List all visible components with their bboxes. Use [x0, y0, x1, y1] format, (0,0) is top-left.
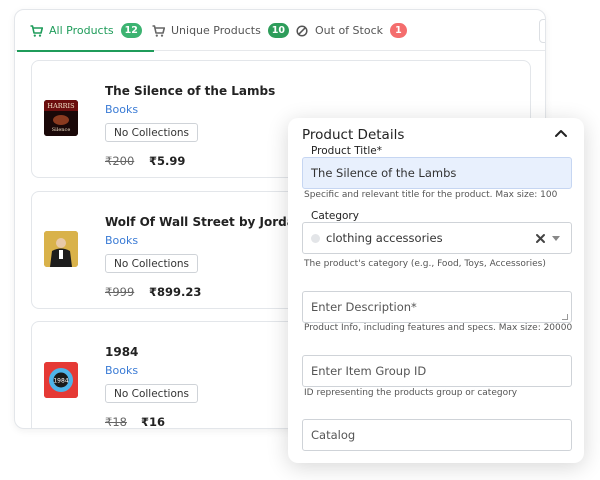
collections-tag[interactable]: No Collections — [105, 254, 199, 273]
original-price: ₹18 — [105, 415, 127, 429]
chevron-up-icon[interactable] — [552, 125, 570, 143]
product-category-link[interactable]: Books — [105, 364, 138, 377]
tab-label: Out of Stock — [315, 24, 383, 37]
product-title-input[interactable]: The Silence of the Lambs — [302, 157, 572, 189]
sale-price: ₹16 — [141, 415, 166, 429]
product-thumbnail: HARRIS Silence — [44, 100, 78, 136]
thumbnail-subtext: Silence — [52, 127, 71, 133]
category-value: clothing accessories — [326, 231, 443, 245]
chevron-down-icon[interactable] — [552, 236, 560, 241]
count-badge: 10 — [267, 23, 290, 38]
count-badge: 12 — [120, 23, 142, 38]
cart-icon — [151, 24, 165, 38]
collections-tag[interactable]: No Collections — [105, 123, 199, 142]
catalog-input[interactable]: Catalog — [302, 419, 572, 451]
ban-icon — [295, 24, 309, 38]
sale-price: ₹899.23 — [149, 285, 202, 299]
cart-icon — [29, 24, 43, 38]
product-title: The Silence of the Lambs — [105, 84, 276, 98]
category-select[interactable]: clothing accessories — [302, 222, 572, 254]
thumbnail-text: 1984 — [53, 378, 68, 385]
tab-unique-products[interactable]: Unique Products 10 — [151, 10, 290, 51]
thumbnail-text: HARRIS — [47, 102, 74, 110]
clear-icon[interactable] — [535, 233, 546, 244]
description-textarea[interactable]: Enter Description* — [302, 291, 572, 323]
description-hint: Product Info, including features and spe… — [304, 323, 573, 333]
count-badge: 1 — [389, 23, 407, 38]
original-price: ₹200 — [105, 154, 135, 168]
product-title-label: Product Title* — [310, 145, 383, 157]
resize-handle-icon[interactable] — [562, 314, 568, 320]
product-details-panel: Product Details The Silence of the Lambs… — [288, 118, 584, 463]
product-tabs: All Products 12 Unique Products 10 Out o… — [15, 10, 545, 52]
category-label: Category — [310, 210, 360, 222]
product-thumbnail: 1984 — [44, 362, 78, 398]
product-title-hint: Specific and relevant title for the prod… — [304, 190, 558, 200]
product-thumbnail — [44, 231, 78, 267]
category-hint: The product's category (e.g., Food, Toys… — [304, 259, 546, 269]
tab-out-of-stock[interactable]: Out of Stock 1 — [295, 10, 407, 51]
item-group-id-input[interactable]: Enter Item Group ID — [302, 355, 572, 387]
product-category-link[interactable]: Books — [105, 103, 138, 116]
tab-all-products[interactable]: All Products 12 — [17, 10, 154, 52]
tab-label: All Products — [49, 24, 114, 37]
collections-tag[interactable]: No Collections — [105, 384, 199, 403]
product-title: Wolf Of Wall Street by Jordan — [105, 215, 304, 229]
panel-heading: Product Details — [302, 127, 405, 143]
tab-label: Unique Products — [171, 24, 261, 37]
item-group-id-hint: ID representing the products group or ca… — [304, 388, 518, 398]
sale-price: ₹5.99 — [149, 154, 186, 168]
category-color-dot — [311, 233, 320, 243]
tab-scroll-control[interactable] — [539, 19, 545, 43]
product-title: 1984 — [105, 345, 139, 359]
product-category-link[interactable]: Books — [105, 234, 138, 247]
original-price: ₹999 — [105, 285, 135, 299]
